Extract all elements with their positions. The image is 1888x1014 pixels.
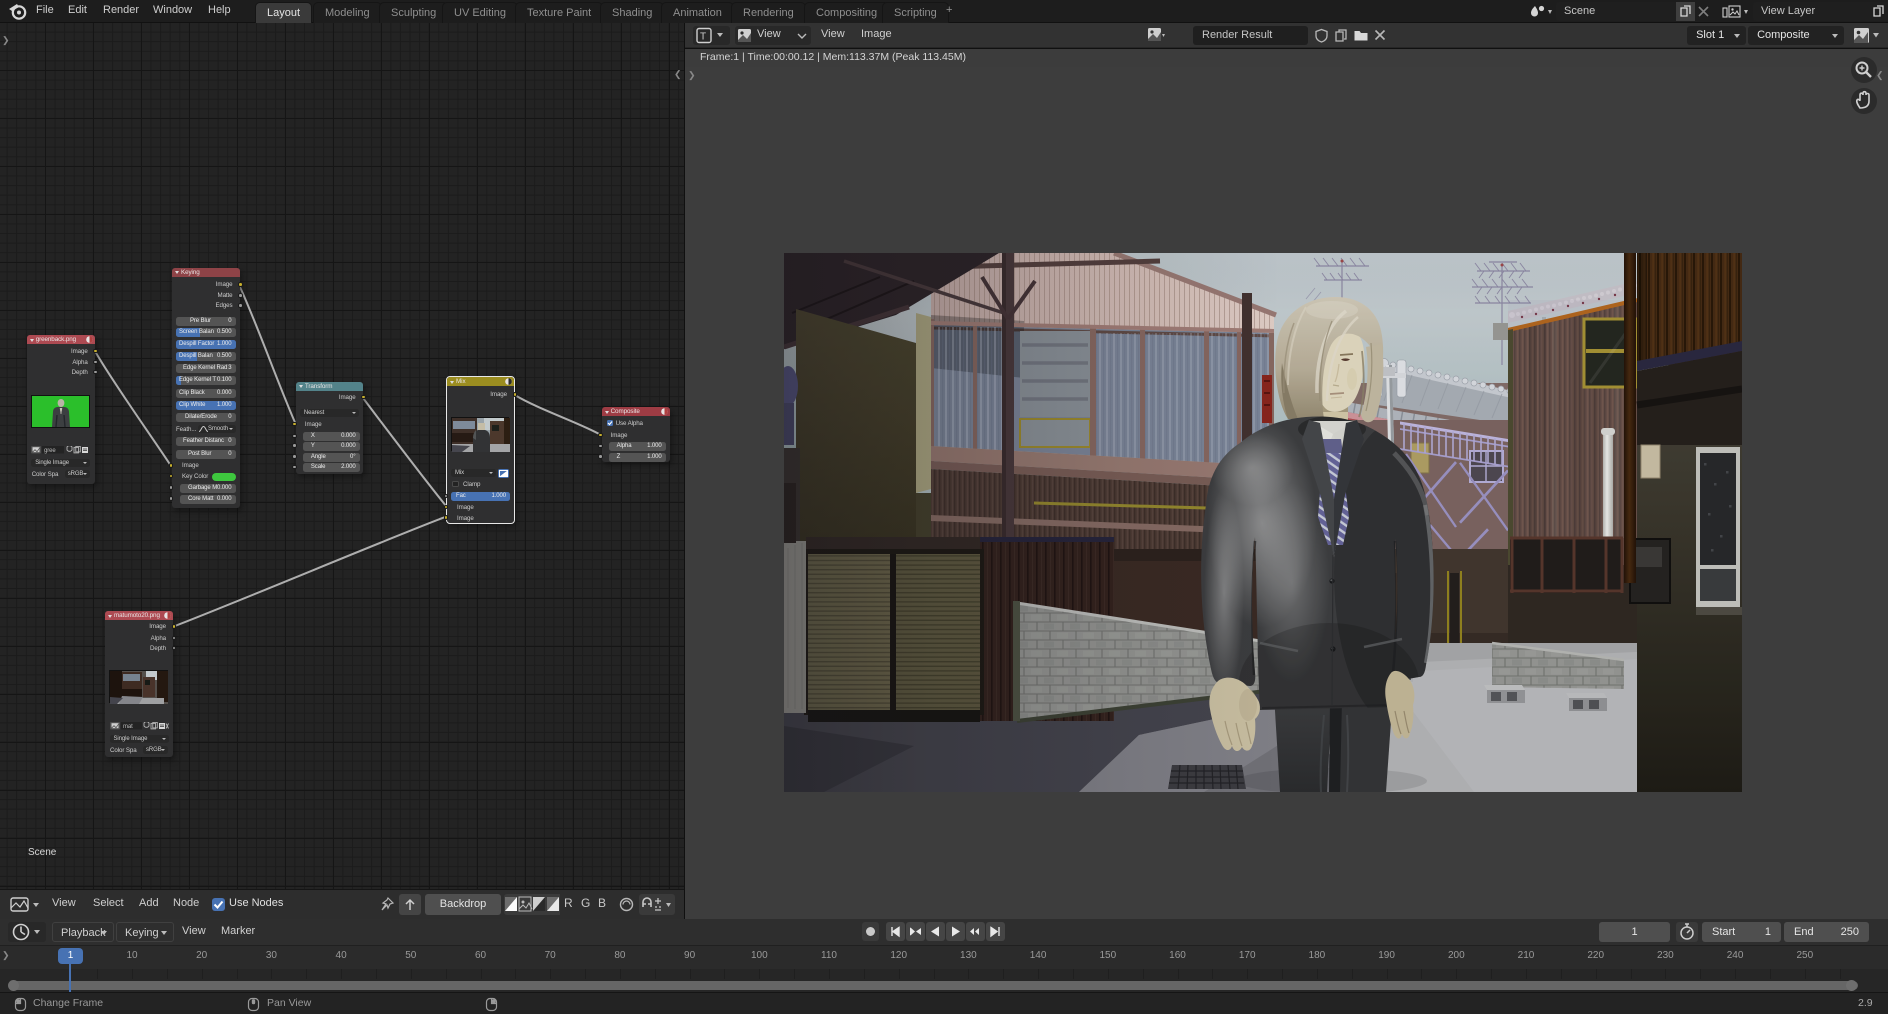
svg-text:gree: gree	[44, 448, 56, 454]
svg-text:mat: mat	[123, 724, 133, 730]
svg-text:T: T	[700, 32, 706, 43]
